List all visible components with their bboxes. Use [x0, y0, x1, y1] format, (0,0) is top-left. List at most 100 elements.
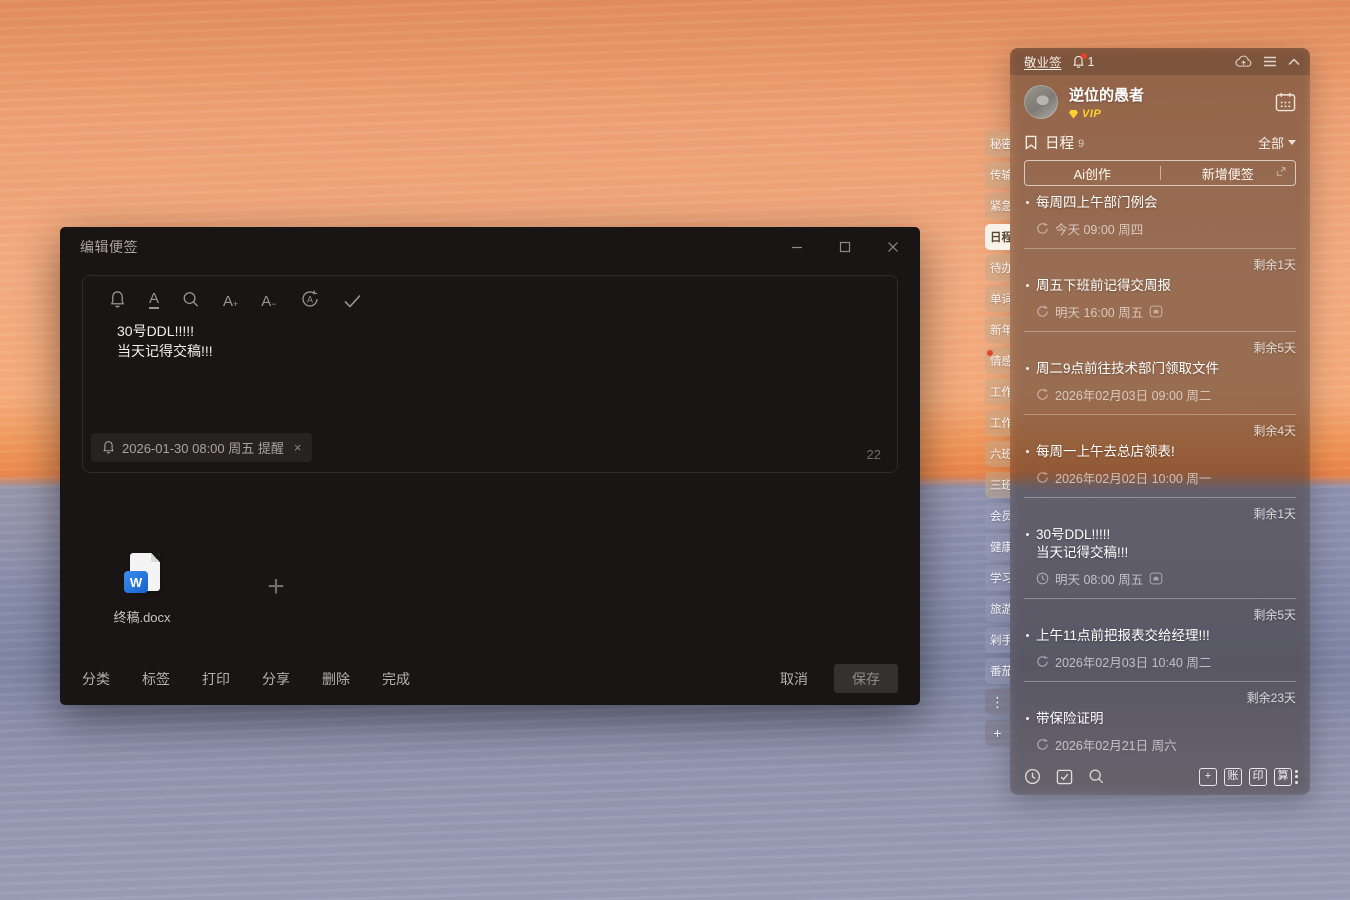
convert-icon[interactable]: A	[300, 289, 320, 309]
remaining-days-label: 剩余1天	[1024, 256, 1296, 273]
category-tab-传输[interactable]: 传输	[985, 162, 1010, 188]
editor-action-分类[interactable]: 分类	[82, 671, 110, 687]
repeat-icon	[1036, 305, 1049, 318]
alarm-badge-icon	[1149, 305, 1163, 318]
font-color-icon[interactable]: A	[149, 289, 159, 309]
filter-dropdown[interactable]: 全部	[1258, 133, 1296, 152]
footer-box-账[interactable]: 账	[1224, 768, 1242, 786]
font-increase-icon[interactable]: A+	[223, 289, 238, 309]
remaining-days-label: 剩余1天	[1024, 505, 1296, 522]
note-list-item[interactable]: 周五下班前记得交周报 明天 16:00 周五	[1024, 277, 1296, 332]
cancel-button[interactable]: 取消	[780, 669, 808, 689]
note-list-item[interactable]: 每周四上午部门例会 今天 09:00 周四	[1024, 194, 1296, 249]
search-icon[interactable]	[182, 289, 200, 309]
minimize-button[interactable]	[786, 236, 808, 258]
new-note-button[interactable]: 新增便签	[1161, 164, 1296, 183]
alarm-badge-icon	[1149, 572, 1163, 585]
ai-create-button[interactable]: Ai创作	[1025, 164, 1160, 183]
font-decrease-icon[interactable]: A−	[261, 289, 276, 309]
calendar-icon[interactable]	[1275, 92, 1296, 112]
category-tab-工作[interactable]: 工作	[985, 410, 1010, 436]
category-tab-情感[interactable]: 情感	[985, 348, 1010, 374]
category-tab-学习[interactable]: 学习	[985, 565, 1010, 591]
check-icon[interactable]	[343, 289, 362, 309]
corner-arrow-icon[interactable]	[1276, 166, 1287, 177]
editor-action-标签[interactable]: 标签	[142, 671, 170, 687]
note-content-box: A A+ A− A 30号DDL!!!!! 当天记得交稿!!! 2026-	[82, 275, 898, 473]
repeat-icon	[1036, 388, 1049, 401]
category-tab-待办[interactable]: 待办	[985, 255, 1010, 281]
chevron-down-icon	[1288, 140, 1296, 145]
note-list-item[interactable]: 周二9点前往技术部门领取文件 2026年02月03日 09:00 周二	[1024, 360, 1296, 415]
maximize-button[interactable]	[834, 236, 856, 258]
vip-gem-icon	[1069, 110, 1078, 119]
note-list-item[interactable]: 30号DDL!!!!! 当天记得交稿!!! 明天 08:00 周五	[1024, 526, 1296, 600]
editor-action-删除[interactable]: 删除	[322, 671, 350, 687]
note-create-bar: Ai创作 新增便签	[1024, 160, 1296, 186]
category-tab-六班[interactable]: 六班	[985, 441, 1010, 467]
user-name: 逆位的愚者	[1069, 84, 1144, 105]
category-tab-会员[interactable]: 会员	[985, 503, 1010, 529]
remove-reminder-icon[interactable]: ×	[294, 440, 302, 455]
more-icon[interactable]	[1295, 770, 1298, 784]
note-time-text: 2026年02月02日 10:00 周一	[1055, 468, 1211, 487]
search-icon[interactable]	[1088, 768, 1105, 785]
note-time-text: 今天 09:00 周四	[1055, 219, 1143, 238]
category-tab-秘密[interactable]: 秘密	[985, 131, 1010, 157]
attachment-item[interactable]: W 终稿.docx	[82, 537, 202, 626]
note-title-line2: 当天记得交稿!!!	[1024, 544, 1296, 563]
close-button[interactable]	[882, 236, 904, 258]
save-button[interactable]: 保存	[834, 664, 898, 693]
category-tab-+[interactable]: +	[985, 720, 1010, 746]
editor-action-完成[interactable]: 完成	[382, 671, 410, 687]
repeat-icon	[1036, 655, 1049, 668]
footer-box-+[interactable]: +	[1199, 768, 1217, 786]
attachment-filename: 终稿.docx	[113, 607, 170, 626]
category-tab-旅游[interactable]: 旅游	[985, 596, 1010, 622]
category-tab-紧急[interactable]: 紧急	[985, 193, 1010, 219]
note-title: 带保险证明	[1024, 710, 1296, 729]
note-text-area[interactable]: 30号DDL!!!!! 当天记得交稿!!!	[83, 315, 897, 362]
editor-action-分享[interactable]: 分享	[262, 671, 290, 687]
cloud-sync-icon[interactable]	[1235, 55, 1252, 68]
bell-icon[interactable]	[109, 289, 126, 309]
editor-titlebar[interactable]: 编辑便签	[60, 227, 920, 267]
footer-box-算[interactable]: 算	[1274, 768, 1292, 786]
collapse-icon[interactable]	[1288, 58, 1300, 66]
category-tab-单词[interactable]: 单词	[985, 286, 1010, 312]
notification-bell[interactable]: 1	[1072, 55, 1095, 69]
desktop-wallpaper: 编辑便签 A	[0, 0, 1350, 900]
repeat-icon	[1036, 222, 1049, 235]
category-tab-日程[interactable]: 日程	[985, 224, 1010, 250]
divider	[1024, 414, 1296, 415]
notification-count: 1	[1088, 55, 1095, 69]
note-list-item[interactable]: 每周一上午去总店领表! 2026年02月02日 10:00 周一	[1024, 443, 1296, 498]
add-attachment-button[interactable]: +	[246, 557, 306, 617]
category-tab-剁手[interactable]: 剁手	[985, 627, 1010, 653]
note-list-item[interactable]: 上午11点前把报表交给经理!!! 2026年02月03日 10:40 周二	[1024, 627, 1296, 682]
category-tab-番茄[interactable]: 番茄	[985, 658, 1010, 684]
menu-icon[interactable]	[1263, 56, 1277, 67]
category-tab-新年[interactable]: 新年	[985, 317, 1010, 343]
category-tab-工作[interactable]: 工作	[985, 379, 1010, 405]
avatar[interactable]	[1024, 85, 1058, 119]
editor-action-打印[interactable]: 打印	[202, 671, 230, 687]
panel-titlebar[interactable]: 敬业签 1	[1010, 48, 1310, 75]
remaining-days-label: 剩余5天	[1024, 606, 1296, 623]
note-title: 30号DDL!!!!!	[1024, 526, 1296, 545]
editor-toolbar: A A+ A− A	[83, 276, 897, 315]
notification-dot	[1081, 53, 1087, 59]
note-time-text: 2026年02月03日 09:00 周二	[1055, 385, 1211, 404]
editor-action-links: 分类 标签 打印 分享 删除 完成	[82, 669, 442, 689]
note-line-1: 30号DDL!!!!!	[117, 321, 871, 341]
time-icon[interactable]	[1024, 768, 1041, 785]
todo-calendar-icon[interactable]	[1056, 768, 1073, 785]
footer-box-印[interactable]: 印	[1249, 768, 1267, 786]
reminder-chip[interactable]: 2026-01-30 08:00 周五 提醒 ×	[91, 433, 312, 462]
category-tab-⋮[interactable]: ⋮	[985, 689, 1010, 715]
category-tab-健康[interactable]: 健康	[985, 534, 1010, 560]
app-name[interactable]: 敬业签	[1024, 52, 1062, 71]
divider	[1024, 598, 1296, 599]
note-list-item[interactable]: 带保险证明 2026年02月21日 周六	[1024, 710, 1296, 758]
category-tab-三班[interactable]: 三班	[985, 472, 1010, 498]
